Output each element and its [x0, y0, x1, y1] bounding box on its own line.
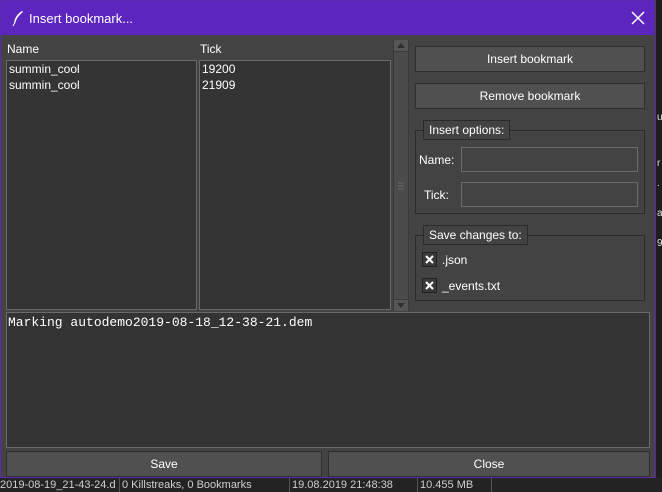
window-title: Insert bookmark... — [29, 11, 134, 26]
background-char: . — [657, 178, 660, 189]
list-scrollbar[interactable] — [393, 40, 409, 311]
json-checkbox-label: .json — [442, 253, 468, 267]
background-char: r — [657, 158, 661, 169]
log-output[interactable]: Marking autodemo2019-08-18_12-38-21.dem — [6, 312, 650, 448]
check-x-icon — [425, 281, 434, 290]
close-icon[interactable] — [629, 9, 647, 27]
scroll-up-icon[interactable] — [394, 40, 408, 51]
background-cell-date: 19.08.2019 21:48:38 — [292, 478, 418, 492]
check-x-icon — [425, 255, 434, 264]
tick-field[interactable] — [461, 182, 638, 207]
json-checkbox[interactable] — [422, 252, 437, 267]
background-cell-size: 10.455 MB — [420, 478, 492, 492]
save-changes-label: Save changes to: — [423, 225, 528, 245]
list-item[interactable]: summin_cool — [7, 61, 196, 77]
remove-bookmark-button[interactable]: Remove bookmark — [415, 83, 645, 109]
save-button[interactable]: Save — [6, 451, 322, 477]
insert-bookmark-dialog: Insert bookmark... Name Tick summin_cool… — [0, 0, 655, 478]
tick-label: Tick: — [424, 188, 449, 202]
insert-bookmark-button[interactable]: Insert bookmark — [415, 46, 645, 72]
bookmark-tick-list[interactable]: 19200 21909 — [199, 60, 391, 310]
close-button[interactable]: Close — [328, 451, 650, 477]
bookmark-name-list[interactable]: summin_cool summin_cool — [6, 60, 197, 310]
column-header-tick: Tick — [200, 42, 222, 56]
scroll-grip-icon[interactable] — [397, 180, 405, 194]
background-window-edge: u r . a 9 — [655, 0, 662, 478]
scroll-track[interactable] — [394, 52, 408, 299]
title-bar[interactable]: Insert bookmark... — [1, 1, 654, 35]
insert-options-label: Insert options: — [423, 120, 511, 140]
feather-icon — [11, 10, 25, 27]
column-header-name: Name — [7, 42, 40, 56]
events-txt-checkbox[interactable] — [422, 278, 437, 293]
background-cell-info: 0 Killstreaks, 0 Bookmarks — [122, 478, 290, 492]
list-item[interactable]: 21909 — [200, 77, 390, 93]
name-label: Name: — [419, 153, 455, 167]
list-item[interactable]: summin_cool — [7, 77, 196, 93]
name-field[interactable] — [461, 147, 638, 172]
list-item[interactable]: 19200 — [200, 61, 390, 77]
background-file-row: 2019-08-19_21-43-24.d 0 Killstreaks, 0 B… — [0, 478, 662, 492]
background-char: 9 — [657, 238, 662, 249]
events-txt-checkbox-label: _events.txt — [442, 279, 501, 293]
background-cell-filename: 2019-08-19_21-43-24.d — [0, 478, 120, 492]
background-char: a — [657, 208, 662, 219]
scroll-down-icon[interactable] — [394, 300, 408, 311]
background-char: u — [657, 112, 662, 123]
